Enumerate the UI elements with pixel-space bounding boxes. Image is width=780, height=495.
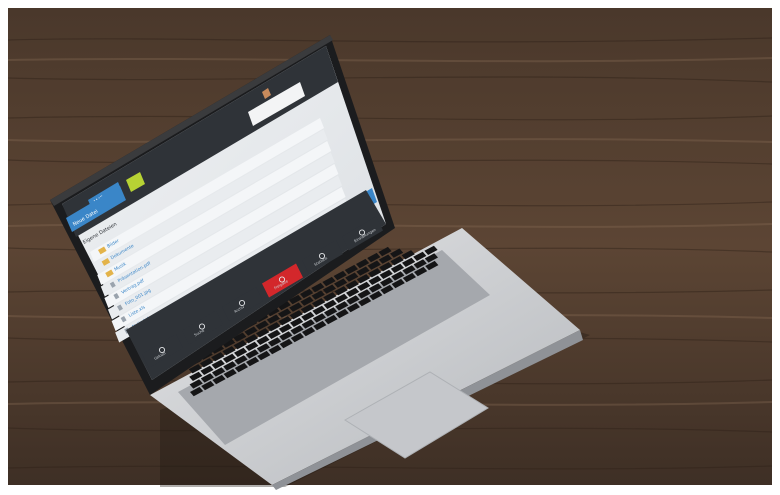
scene-svg: Wü Neue Datei Eigene Dateien BilderDokum… <box>7 8 773 490</box>
photo-scene: Wü Neue Datei Eigene Dateien BilderDokum… <box>0 0 780 491</box>
